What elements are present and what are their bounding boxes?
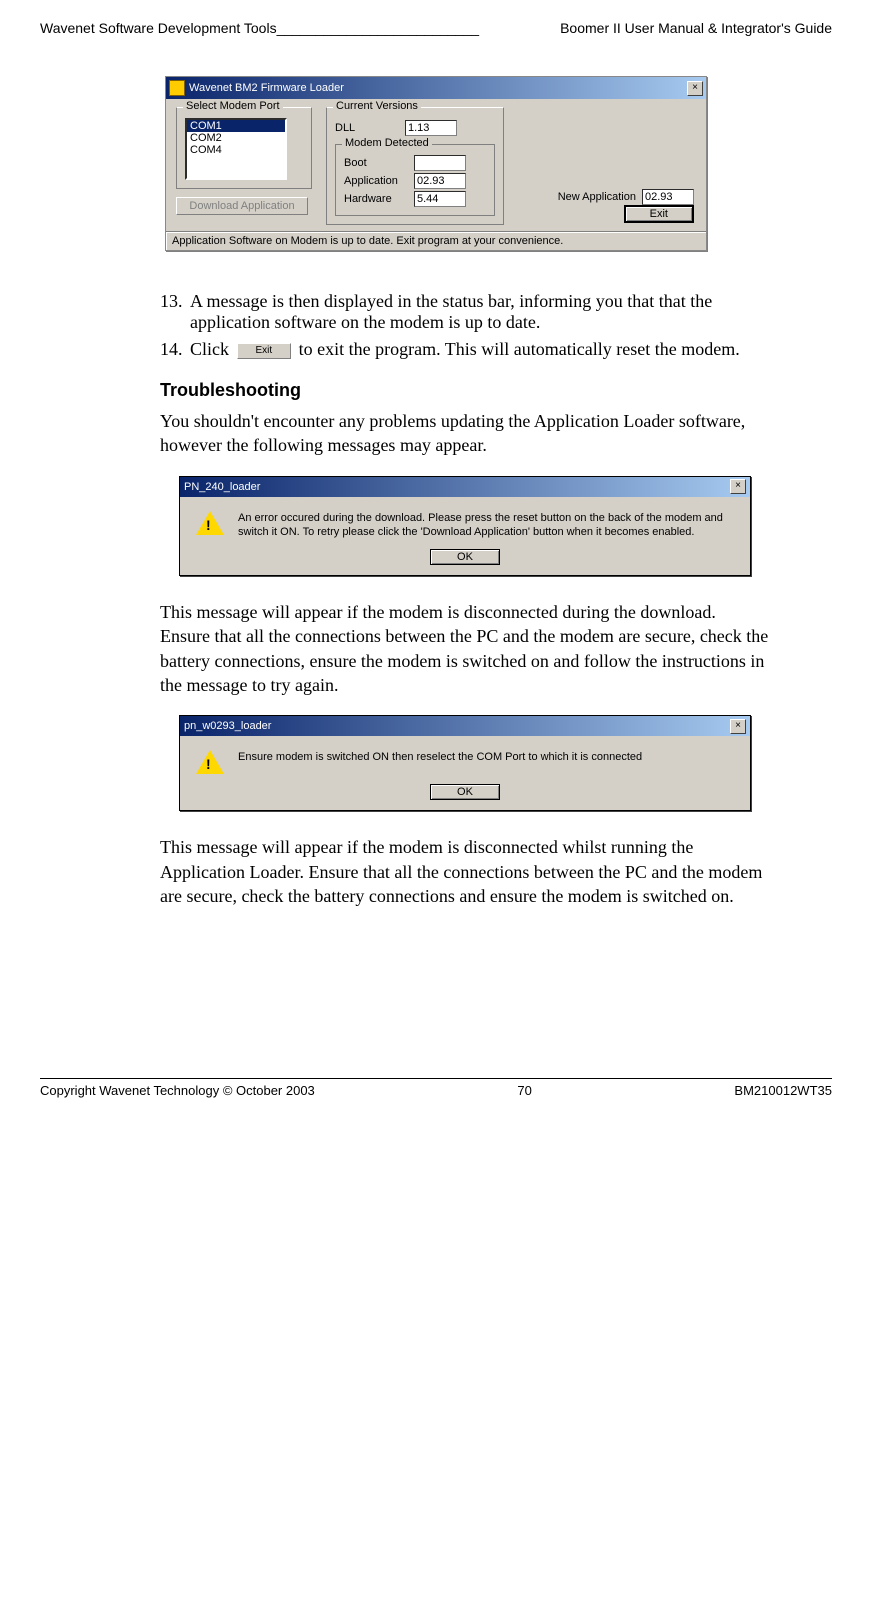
hardware-value: 5.44 xyxy=(414,191,466,207)
paragraph-1: This message will appear if the modem is… xyxy=(160,600,770,697)
close-icon[interactable]: × xyxy=(730,719,746,734)
application-value: 02.93 xyxy=(414,173,466,189)
modem-detected-label: Modem Detected xyxy=(342,137,432,149)
select-modem-port-group: Select Modem Port COM1 COM2 COM4 xyxy=(176,107,312,189)
ok-button[interactable]: OK xyxy=(430,784,500,800)
header-right: Boomer II User Manual & Integrator's Gui… xyxy=(560,20,832,36)
download-application-button: Download Application xyxy=(176,197,308,215)
main-content: 13. A message is then displayed in the s… xyxy=(160,291,770,908)
firmware-loader-window: Wavenet BM2 Firmware Loader × Select Mod… xyxy=(165,76,707,251)
boot-value xyxy=(414,155,466,171)
steps-list: 13. A message is then displayed in the s… xyxy=(160,291,770,360)
step-number: 13. xyxy=(160,291,190,333)
current-versions-label: Current Versions xyxy=(333,100,421,112)
dialog-titlebar: pn_w0293_loader × xyxy=(180,716,750,736)
com-port-listbox[interactable]: COM1 COM2 COM4 xyxy=(185,118,287,180)
footer-left: Copyright Wavenet Technology © October 2… xyxy=(40,1083,315,1098)
troubleshooting-heading: Troubleshooting xyxy=(160,380,770,401)
page-footer: Copyright Wavenet Technology © October 2… xyxy=(40,1078,832,1098)
list-item[interactable]: COM2 xyxy=(187,132,285,144)
dialog-message: Ensure modem is switched ON then reselec… xyxy=(238,750,642,764)
warning-icon xyxy=(196,511,224,535)
step-text: A message is then displayed in the statu… xyxy=(190,291,770,333)
dll-value: 1.13 xyxy=(405,120,457,136)
app-icon xyxy=(169,80,185,96)
close-icon[interactable]: × xyxy=(730,479,746,494)
current-versions-group: Current Versions DLL 1.13 Modem Detected… xyxy=(326,107,504,225)
inline-exit-button: Exit xyxy=(237,343,292,359)
ok-button[interactable]: OK xyxy=(430,549,500,565)
status-bar: Application Software on Modem is up to d… xyxy=(166,231,706,250)
troubleshooting-intro: You shouldn't encounter any problems upd… xyxy=(160,409,770,458)
hardware-label: Hardware xyxy=(344,193,408,205)
window-title: Wavenet BM2 Firmware Loader xyxy=(189,82,687,94)
list-item[interactable]: COM1 xyxy=(187,120,285,132)
dll-label: DLL xyxy=(335,122,399,134)
error-dialog-1: PN_240_loader × An error occured during … xyxy=(179,476,751,577)
dialog-title: pn_w0293_loader xyxy=(184,720,271,732)
modem-detected-group: Modem Detected Boot Application 02.93 Ha… xyxy=(335,144,495,216)
error-dialog-2: pn_w0293_loader × Ensure modem is switch… xyxy=(179,715,751,811)
exit-button[interactable]: Exit xyxy=(624,205,694,223)
paragraph-2: This message will appear if the modem is… xyxy=(160,835,770,908)
step-text: Click Exit to exit the program. This wil… xyxy=(190,339,740,360)
boot-label: Boot xyxy=(344,157,408,169)
warning-icon xyxy=(196,750,224,774)
page-header: Wavenet Software Development Tools Boome… xyxy=(40,20,832,36)
close-icon[interactable]: × xyxy=(687,81,703,96)
titlebar: Wavenet BM2 Firmware Loader × xyxy=(166,77,706,99)
new-application-row: New Application 02.93 xyxy=(558,189,694,205)
dialog-title: PN_240_loader xyxy=(184,481,260,493)
header-left: Wavenet Software Development Tools xyxy=(40,20,479,36)
footer-page-number: 70 xyxy=(517,1083,531,1098)
application-label: Application xyxy=(344,175,408,187)
dialog-message: An error occured during the download. Pl… xyxy=(238,511,734,540)
dialog-titlebar: PN_240_loader × xyxy=(180,477,750,497)
footer-right: BM210012WT35 xyxy=(734,1083,832,1098)
list-item[interactable]: COM4 xyxy=(187,144,285,156)
new-application-label: New Application xyxy=(558,191,636,203)
select-modem-port-label: Select Modem Port xyxy=(183,100,283,112)
new-application-value: 02.93 xyxy=(642,189,694,205)
step-number: 14. xyxy=(160,339,190,360)
